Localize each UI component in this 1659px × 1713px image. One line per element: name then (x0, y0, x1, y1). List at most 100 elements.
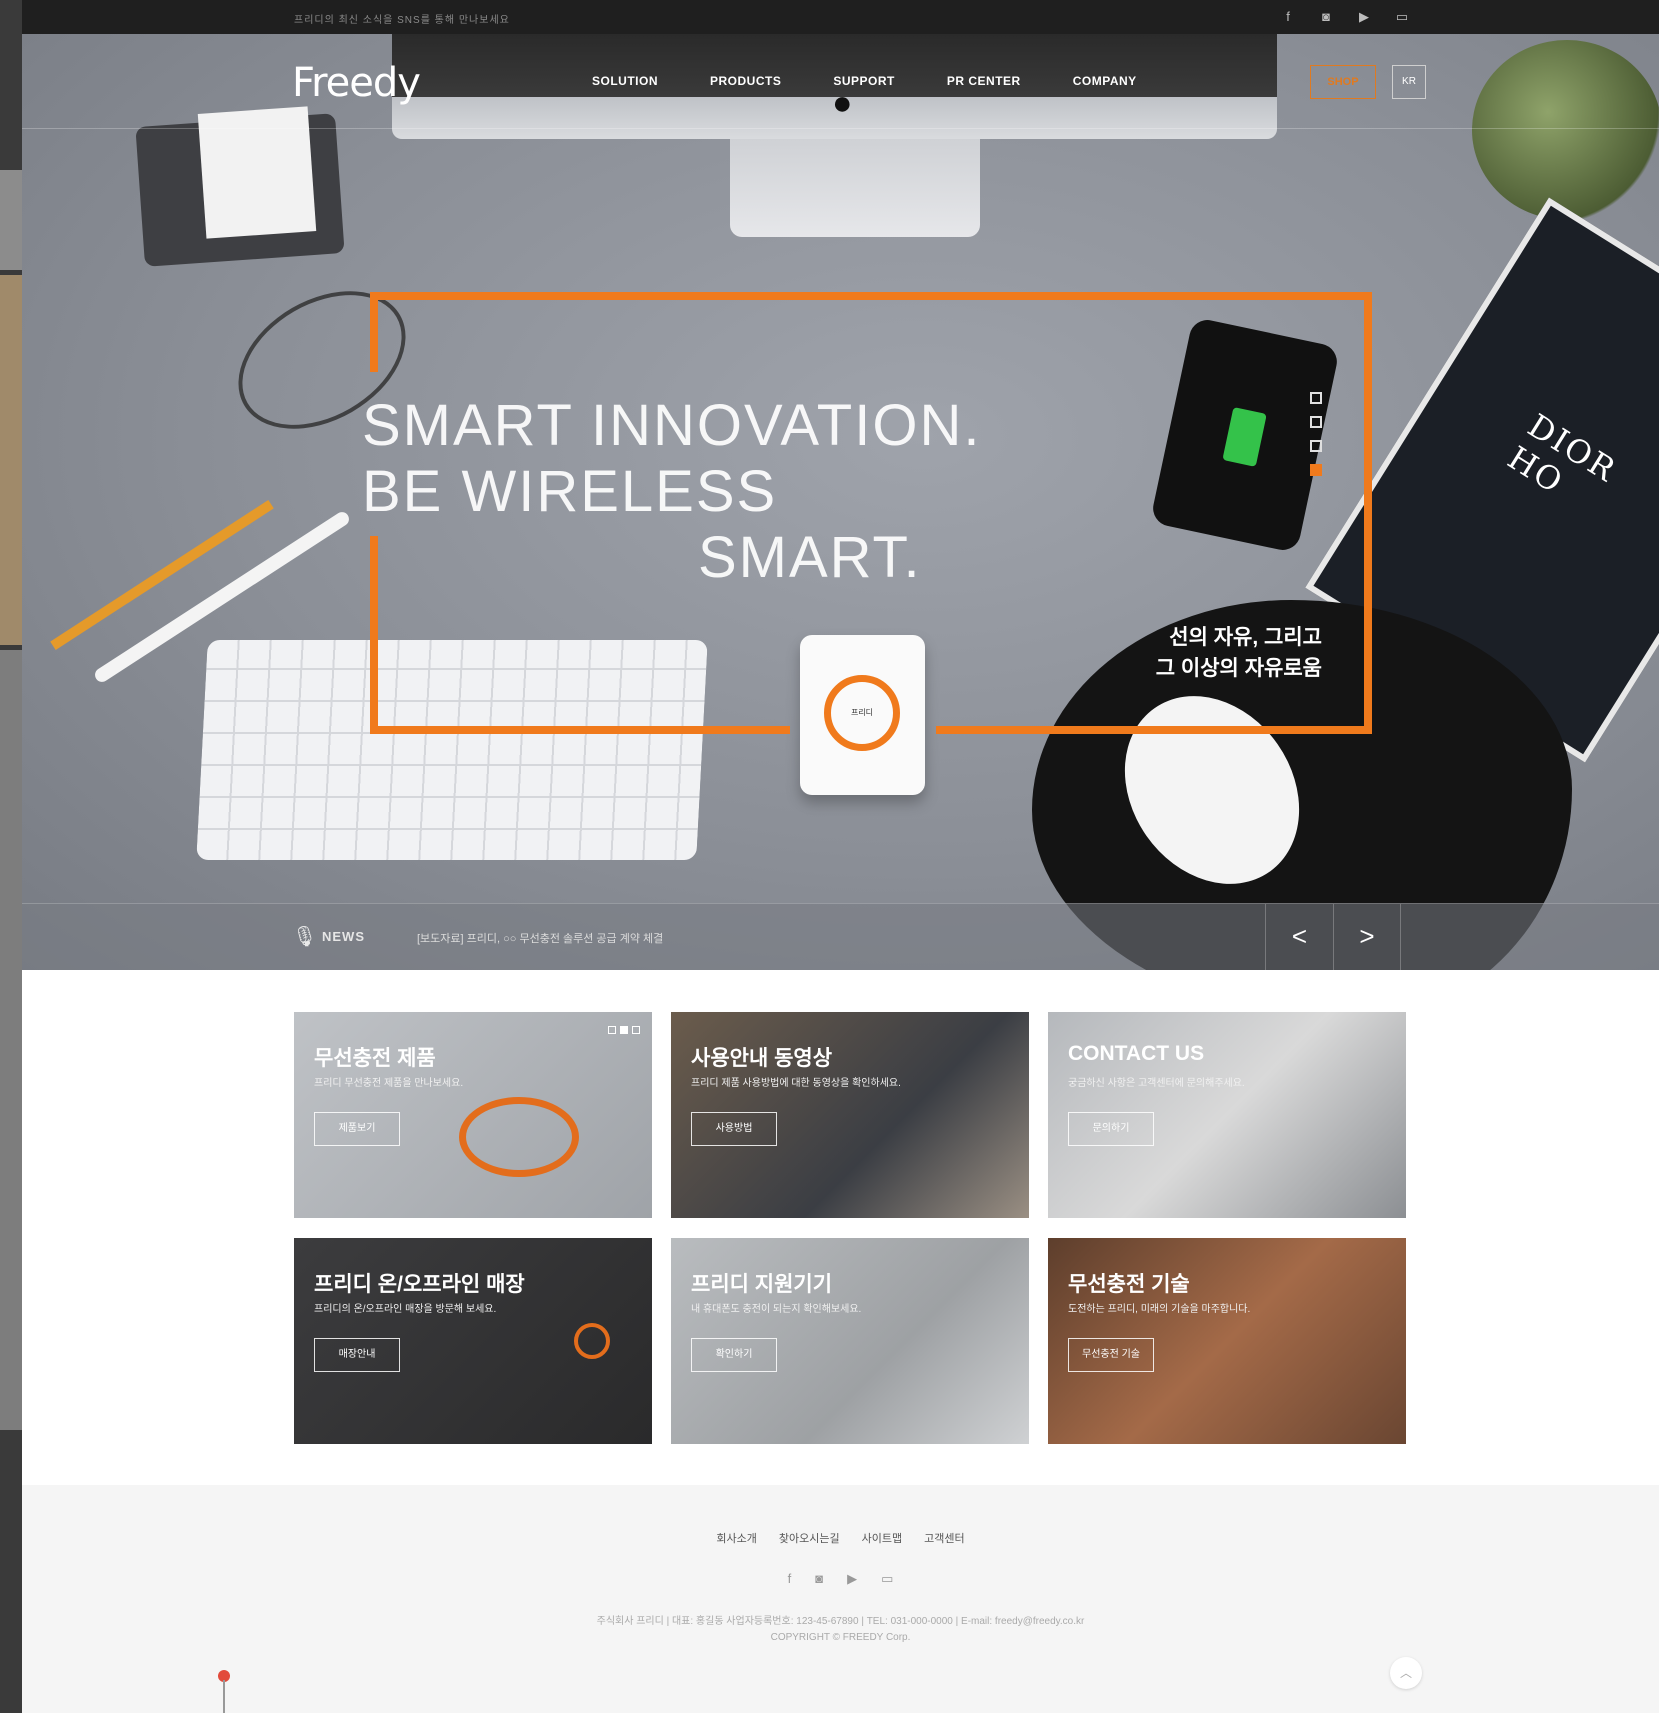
left-edge-segment (0, 650, 22, 1430)
header-divider (22, 128, 1659, 129)
blog-icon[interactable]: ▭ (1394, 10, 1410, 24)
hero-subcopy-line2: 그 이상의 자유로움 (1155, 657, 1322, 680)
tile-title: 무선충전 제품 (314, 1047, 436, 1070)
hero-frame-line (936, 726, 1372, 734)
footer-link-sitemap[interactable]: 사이트맵 (862, 1530, 902, 1546)
hero-frame-line (370, 292, 378, 372)
battery-icon (1222, 407, 1267, 467)
left-edge-segment (0, 170, 22, 270)
tile-contact-us[interactable]: CONTACT US 궁금하신 사항은 고객센터에 문의해주세요. 문의하기 (1048, 1012, 1406, 1218)
youtube-icon[interactable]: ▶ (847, 1571, 857, 1587)
tile-title: CONTACT US (1068, 1042, 1205, 1065)
tile-title: 무선충전 기술 (1068, 1273, 1190, 1296)
language-button[interactable]: KR (1392, 65, 1426, 99)
tile-charging-technology[interactable]: 무선충전 기술 도전하는 프리디, 미래의 기술을 마주합니다. 무선충전 기술 (1048, 1238, 1406, 1444)
page: 프리디의 최신 소식을 SNS를 통해 만나보세요 f ◙ ▶ ▭ ● DIOR… (22, 0, 1659, 1713)
instagram-icon[interactable]: ◙ (1318, 10, 1334, 24)
hero-frame-line (370, 536, 378, 734)
left-edge-strip (0, 0, 22, 1713)
hero-subcopy: 선의 자유, 그리고 그 이상의 자유로움 (1132, 622, 1322, 684)
facebook-icon[interactable]: f (1280, 10, 1296, 24)
tile-button[interactable]: 제품보기 (314, 1112, 400, 1146)
tile-dot[interactable] (632, 1026, 640, 1034)
news-next-button[interactable]: > (1333, 904, 1401, 970)
tile-description: 프리디의 온/오프라인 매장을 방문해 보세요. (314, 1304, 497, 1315)
map-pin-stick (223, 1680, 225, 1713)
tile-title: 프리디 지원기기 (691, 1273, 833, 1296)
charger-ring-image (574, 1323, 610, 1359)
nav-item-company[interactable]: COMPANY (1073, 74, 1137, 88)
quick-menu-tiles: 무선충전 제품 프리디 무선충전 제품을 만나보세요. 제품보기 사용안내 동영… (294, 1012, 1406, 1444)
wireless-charger-image: 프리디 (800, 635, 925, 795)
tile-button[interactable]: 사용방법 (691, 1112, 777, 1146)
tile-supported-devices[interactable]: 프리디 지원기기 내 휴대폰도 충전이 되는지 확인해보세요. 확인하기 (671, 1238, 1029, 1444)
slide-dot[interactable] (1310, 416, 1322, 428)
footer-link-about[interactable]: 회사소개 (716, 1530, 756, 1546)
tile-button[interactable]: 매장안내 (314, 1338, 400, 1372)
site-logo[interactable]: Freedy (292, 60, 421, 106)
hero-frame-line (1364, 292, 1372, 734)
hero-frame-line (370, 726, 790, 734)
scroll-to-top-button[interactable]: ︿ (1390, 1657, 1422, 1689)
tile-description: 프리디 무선충전 제품을 만나보세요. (314, 1078, 464, 1089)
charger-ring: 프리디 (824, 675, 900, 751)
tile-button[interactable]: 확인하기 (691, 1338, 777, 1372)
news-label: NEWS (322, 929, 365, 944)
footer-link-directions[interactable]: 찾아오시는길 (779, 1530, 840, 1546)
news-bar: 🎙 NEWS [보도자료] 프리디, ○○ 무선충전 솔루션 공급 계약 체결 … (22, 903, 1659, 970)
nav-item-products[interactable]: PRODUCTS (710, 74, 781, 88)
hero-subcopy-line1: 선의 자유, 그리고 (1169, 626, 1322, 649)
tile-title: 프리디 온/오프라인 매장 (314, 1273, 525, 1296)
tile-button[interactable]: 문의하기 (1068, 1112, 1154, 1146)
topbar-notice: 프리디의 최신 소식을 SNS를 통해 만나보세요 (294, 15, 510, 26)
hero-headline-line3: SMART. (698, 525, 922, 590)
copyright: COPYRIGHT © FREEDY Corp. (770, 1632, 911, 1643)
footer-link-support[interactable]: 고객센터 (924, 1530, 964, 1546)
plant-image (1472, 40, 1659, 220)
tile-stores[interactable]: 프리디 온/오프라인 매장 프리디의 온/오프라인 매장을 방문해 보세요. 매… (294, 1238, 652, 1444)
company-info: 주식회사 프리디 | 대표: 홍길동 사업자등록번호: 123-45-67890… (22, 1614, 1659, 1646)
company-info-line1: 주식회사 프리디 | 대표: 홍길동 사업자등록번호: 123-45-67890… (596, 1616, 1085, 1627)
left-edge-segment (0, 275, 22, 645)
tile-wireless-products[interactable]: 무선충전 제품 프리디 무선충전 제품을 만나보세요. 제품보기 (294, 1012, 652, 1218)
tile-title: 사용안내 동영상 (691, 1047, 833, 1070)
tile-usage-video[interactable]: 사용안내 동영상 프리디 제품 사용방법에 대한 동영상을 확인하세요. 사용방… (671, 1012, 1029, 1218)
tile-description: 도전하는 프리디, 미래의 기술을 마주합니다. (1068, 1304, 1251, 1315)
footer-social-links: f ◙ ▶ ▭ (22, 1571, 1659, 1587)
youtube-icon[interactable]: ▶ (1356, 10, 1372, 24)
slide-dot[interactable] (1310, 392, 1322, 404)
tile-button[interactable]: 무선충전 기술 (1068, 1338, 1154, 1372)
keyboard-image (196, 640, 708, 860)
main-nav: SOLUTION PRODUCTS SUPPORT PR CENTER COMP… (592, 74, 1137, 88)
news-prev-button[interactable]: < (1265, 904, 1333, 970)
nav-item-solution[interactable]: SOLUTION (592, 74, 658, 88)
tile-pagination (608, 1026, 640, 1034)
tile-description: 프리디 제품 사용방법에 대한 동영상을 확인하세요. (691, 1078, 901, 1089)
tile-description: 궁금하신 사항은 고객센터에 문의해주세요. (1068, 1078, 1245, 1089)
tile-dot[interactable] (608, 1026, 616, 1034)
hero-slider: 프리디의 최신 소식을 SNS를 통해 만나보세요 f ◙ ▶ ▭ ● DIOR… (22, 0, 1659, 970)
microphone-icon: 🎙 (292, 926, 318, 948)
topbar-social-links: f ◙ ▶ ▭ (1280, 10, 1410, 24)
hero-frame-line (370, 292, 1372, 300)
shop-button[interactable]: SHOP (1310, 65, 1376, 99)
slide-dot-active[interactable] (1310, 464, 1322, 476)
memo-card-image (197, 106, 317, 239)
hero-headline-line1: SMART INNOVATION. (362, 393, 982, 458)
news-headline[interactable]: [보도자료] 프리디, ○○ 무선충전 솔루션 공급 계약 체결 (417, 930, 663, 946)
nav-item-support[interactable]: SUPPORT (833, 74, 895, 88)
footer-links: 회사소개 찾아오시는길 사이트맵 고객센터 (22, 1530, 1659, 1546)
hero-headline-line2: BE WIRELESS (362, 459, 778, 524)
tile-dot[interactable] (620, 1026, 628, 1034)
top-bar: 프리디의 최신 소식을 SNS를 통해 만나보세요 f ◙ ▶ ▭ (22, 0, 1659, 34)
tile-description: 내 휴대폰도 충전이 되는지 확인해보세요. (691, 1304, 862, 1315)
charger-ring-image (459, 1097, 579, 1177)
monitor-stand-image (730, 139, 980, 237)
slide-pagination (1310, 392, 1322, 476)
facebook-icon[interactable]: f (788, 1571, 792, 1587)
apple-logo-icon: ● (832, 84, 853, 122)
instagram-icon[interactable]: ◙ (815, 1571, 823, 1587)
slide-dot[interactable] (1310, 440, 1322, 452)
nav-item-pr-center[interactable]: PR CENTER (947, 74, 1021, 88)
blog-icon[interactable]: ▭ (881, 1571, 893, 1587)
